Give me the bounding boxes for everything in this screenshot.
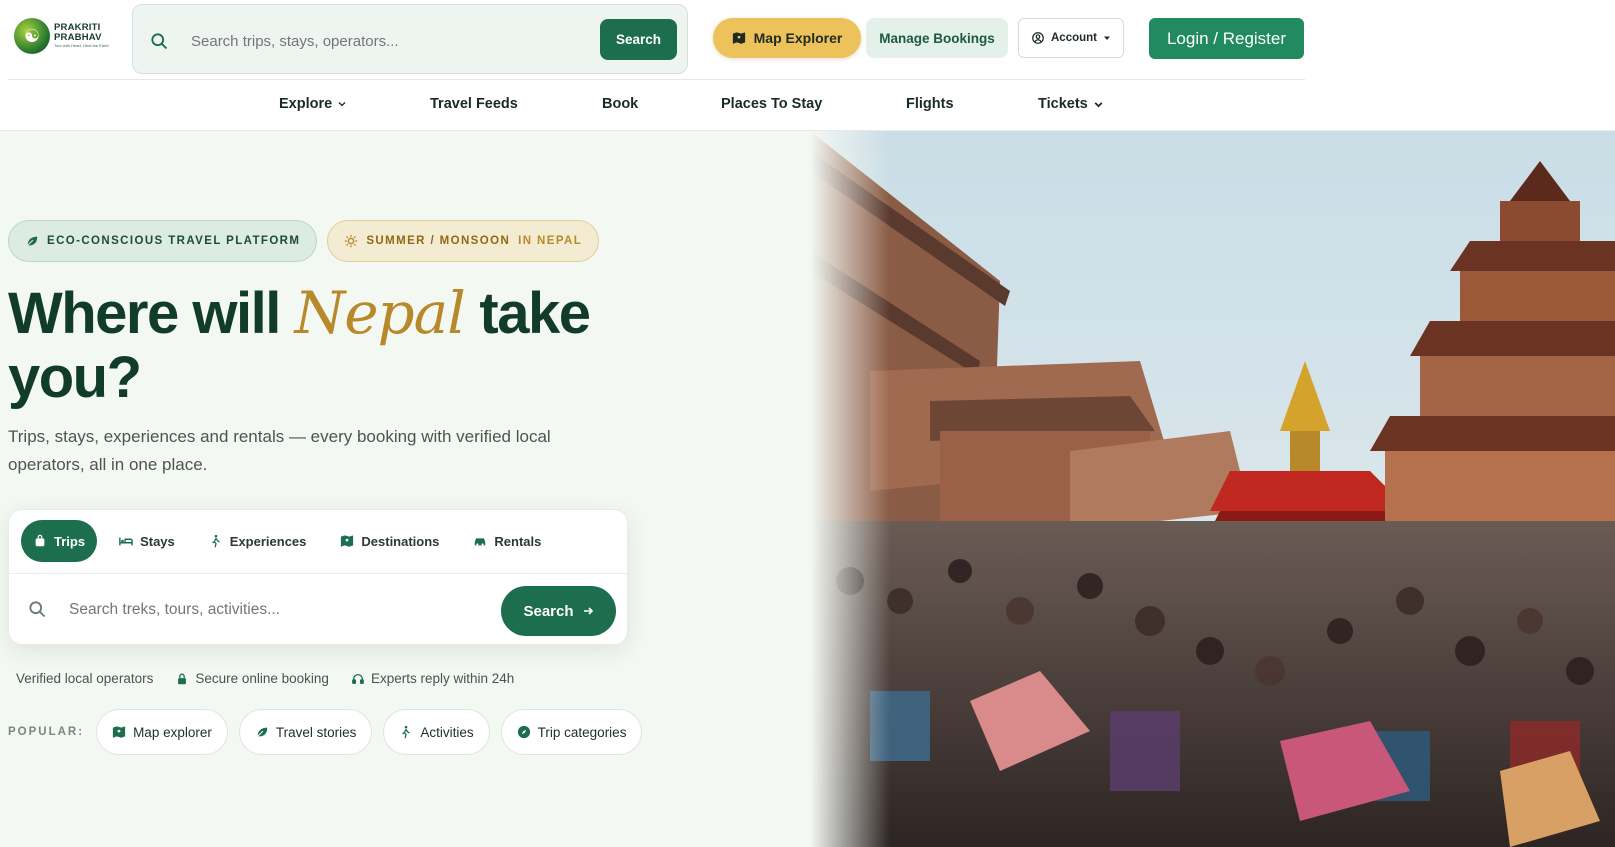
nav-label: Places To Stay (721, 96, 823, 112)
tab-label: Stays (140, 533, 175, 549)
hero-image-fade (810, 131, 890, 847)
hero-title: Where will Nepal take you? (8, 281, 648, 410)
map-explorer-label: Map Explorer (753, 30, 843, 46)
booking-search-card: Trips Stays Experiences Destinations Ren… (8, 509, 628, 645)
hero-title-accent: Nepal (294, 279, 465, 347)
trust-experts: Experts reply within 24h (351, 671, 514, 686)
hiker-icon (402, 725, 411, 739)
nav-item-explore[interactable]: Explore (279, 96, 347, 112)
trip-search-button[interactable]: Search (501, 586, 616, 636)
bed-icon (119, 537, 133, 546)
hero-section: ECO-CONSCIOUS TRAVEL PLATFORM SUMMER / M… (0, 131, 1615, 847)
hero-festival-image (810, 131, 1615, 847)
map-explorer-button[interactable]: Map Explorer (713, 18, 861, 58)
top-bar: ☯ PRAKRITI PRABHAV Tour with Heart, Heal… (8, 0, 1305, 80)
car-icon (475, 538, 486, 546)
nav-item-places-to-stay[interactable]: Places To Stay (721, 96, 822, 112)
hero-badges: ECO-CONSCIOUS TRAVEL PLATFORM SUMMER / M… (8, 220, 600, 262)
bag-icon (35, 534, 45, 547)
feather-icon (257, 727, 268, 737)
nav-label: Flights (906, 96, 954, 112)
nav-item-flights[interactable]: Flights (906, 96, 954, 112)
nav-label: Book (602, 96, 639, 112)
header-search-box: Search (132, 4, 688, 74)
tab-experiences[interactable]: Experiences (197, 520, 319, 562)
hiker-icon (211, 534, 220, 548)
nav-item-travel-feeds[interactable]: Travel Feeds (430, 96, 518, 112)
pill-label: Travel stories (275, 724, 357, 740)
user-circle-icon (1032, 32, 1044, 44)
sun-icon (345, 234, 358, 248)
brand-tagline: Tour with Heart, Heal the Earth (54, 43, 109, 48)
eco-badge-label: ECO-CONSCIOUS TRAVEL PLATFORM (47, 235, 301, 247)
map-icon (112, 726, 126, 738)
search-icon (29, 601, 46, 618)
popular-label: POPULAR: (8, 726, 85, 738)
brand-logo[interactable]: ☯ PRAKRITI PRABHAV Tour with Heart, Heal… (14, 18, 109, 54)
hero-title-start: Where will (8, 281, 295, 346)
tab-label: Trips (54, 533, 86, 549)
tab-label: Experiences (229, 533, 307, 549)
nav-label: Tickets (1038, 96, 1088, 112)
pill-label: Activities (420, 724, 474, 740)
season-badge: SUMMER / MONSOON IN NEPAL (327, 220, 600, 262)
map-icon (341, 535, 354, 547)
login-register-button[interactable]: Login / Register (1149, 18, 1304, 59)
leaf-icon (27, 236, 38, 246)
tab-stays[interactable]: Stays (107, 520, 187, 562)
headset-icon (352, 673, 364, 684)
main-nav: Explore Travel Feeds Book Places To Stay… (0, 80, 1615, 130)
nav-item-tickets[interactable]: Tickets (1038, 96, 1104, 112)
trip-search-button-label: Search (523, 602, 574, 620)
season-badge-label: SUMMER / MONSOON (366, 235, 511, 247)
popular-activities[interactable]: Activities (383, 709, 490, 755)
nav-item-book[interactable]: Book (602, 96, 638, 112)
pill-label: Map explorer (133, 724, 212, 740)
pill-label: Trip categories (537, 724, 627, 740)
compass-icon (517, 725, 530, 739)
account-label: Account (1051, 32, 1097, 44)
chevron-down-icon (1094, 101, 1103, 107)
nav-label: Travel Feeds (430, 96, 518, 112)
trust-verified: Verified local operators (16, 671, 153, 686)
chevron-down-icon (338, 102, 346, 107)
popular-trip-categories[interactable]: Trip categories (500, 709, 643, 755)
trust-indicators: Verified local operators Secure online b… (16, 671, 514, 686)
season-badge-suffix: IN NEPAL (518, 235, 583, 247)
tab-label: Destinations (361, 533, 440, 549)
brand-name-line2: PRABHAV (54, 32, 102, 43)
caret-down-icon (1104, 36, 1110, 40)
tab-rentals[interactable]: Rentals (461, 520, 553, 562)
nav-label: Explore (279, 96, 333, 112)
lock-icon (178, 673, 187, 684)
trust-label: Verified local operators (16, 671, 154, 686)
popular-travel-stories[interactable]: Travel stories (238, 709, 373, 755)
account-dropdown[interactable]: Account (1018, 18, 1124, 58)
popular-links: POPULAR: Map explorer Travel stories Act… (8, 709, 643, 755)
manage-bookings-button[interactable]: Manage Bookings (866, 18, 1008, 58)
site-header: ☯ PRAKRITI PRABHAV Tour with Heart, Heal… (0, 0, 1615, 131)
card-divider (9, 573, 627, 574)
hero-subtitle: Trips, stays, experiences and rentals — … (8, 427, 551, 474)
trust-label: Secure online booking (195, 671, 329, 686)
header-search-input[interactable] (191, 29, 591, 53)
logo-yin-yang-icon: ☯ (14, 18, 50, 54)
logo-text: PRAKRITI PRABHAV Tour with Heart, Heal t… (54, 23, 109, 49)
trip-search-input[interactable] (69, 598, 489, 622)
trust-secure: Secure online booking (175, 671, 329, 686)
trust-label: Experts reply within 24h (370, 671, 515, 686)
eco-badge: ECO-CONSCIOUS TRAVEL PLATFORM (8, 220, 318, 262)
tab-destinations[interactable]: Destinations (328, 520, 451, 562)
tab-label: Rentals (494, 533, 542, 549)
tab-trips[interactable]: Trips (21, 520, 98, 562)
search-icon (151, 33, 168, 50)
header-search-button[interactable]: Search (600, 19, 677, 60)
map-icon (732, 32, 745, 44)
search-tabs: Trips Stays Experiences Destinations Ren… (21, 520, 553, 562)
arrow-right-icon (583, 607, 593, 615)
popular-map-explorer[interactable]: Map explorer (96, 709, 228, 755)
